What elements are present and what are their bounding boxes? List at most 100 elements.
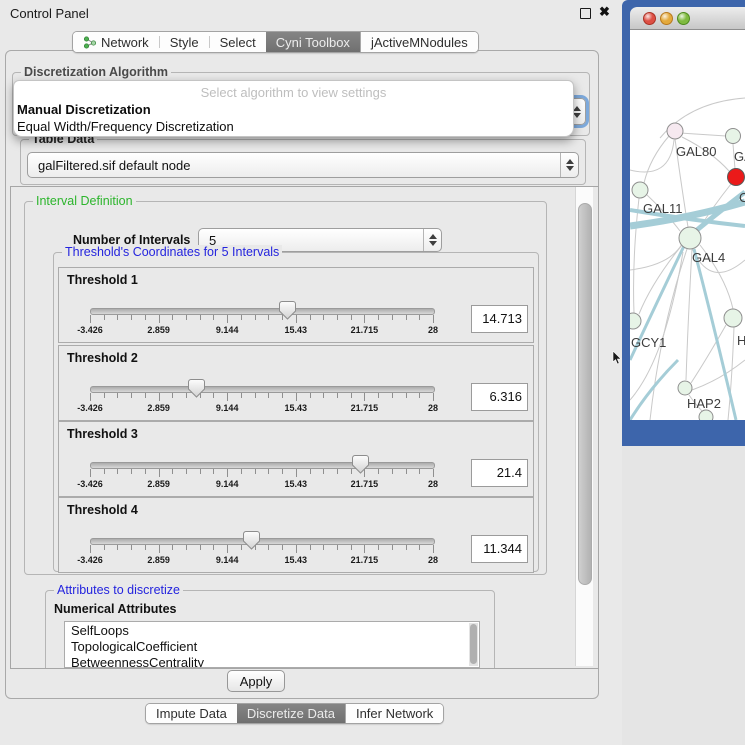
slider-tick [323,545,324,550]
settings-scroll-viewport: Interval Definition Number of Intervals … [10,186,599,669]
threshold-1-value-field[interactable]: 14.713 [471,305,528,333]
slider-tick [90,469,91,477]
slider-tick [186,545,187,550]
tab-impute-data[interactable]: Impute Data [146,704,237,723]
slider-tick [145,469,146,474]
slider-tick [296,315,297,323]
node-top-right [726,129,741,144]
threshold-4-slider-track[interactable] [90,538,435,545]
threshold-4-panel: Threshold 4 -3.4262.8599.14415.4321.7152… [58,497,534,573]
slider-scale-label: 9.144 [216,555,239,565]
tab-network[interactable]: Network [73,32,159,52]
slider-tick [433,393,434,401]
node-gal4 [679,227,701,249]
panel-title: Control Panel [10,6,89,21]
slider-scale-label: -3.426 [77,555,103,565]
tab-discretize-label: Discretize Data [247,706,335,721]
threshold-2-value-field[interactable]: 6.316 [471,383,528,411]
slider-tick [268,315,269,320]
attribute-list-item[interactable]: BetweennessCentrality [65,654,479,668]
algorithm-dropdown-popup: Select algorithm to view settings Manual… [13,80,574,137]
tab-style[interactable]: Style [160,32,209,52]
interval-definition-group: Interval Definition Number of Intervals … [24,201,547,575]
tab-select[interactable]: Select [210,32,266,52]
slider-scale-label: 9.144 [216,325,239,335]
node-label-h: H [737,333,745,348]
slider-tick [255,393,256,398]
numerical-attributes-list[interactable]: SelfLoopsTopologicalCoefficientBetweenne… [64,621,480,668]
node-gcy1 [630,313,641,329]
threshold-3-value-field[interactable]: 21.4 [471,459,528,487]
slider-tick [200,393,201,398]
slider-tick [227,393,228,401]
slider-tick [159,393,160,401]
tab-infer-network[interactable]: Infer Network [345,704,443,723]
slider-tick [392,393,393,398]
float-panel-icon[interactable] [580,8,591,19]
settings-scrollbar-thumb[interactable] [578,203,592,585]
numerical-attributes-label: Numerical Attributes [54,602,176,616]
node-label-hap2: HAP2 [687,396,721,411]
slider-tick [419,315,420,320]
control-panel: Control Panel ✖ Network Style Select Cyn… [0,0,620,745]
close-panel-icon[interactable]: ✖ [599,4,610,20]
node-label-ga: GA [734,149,745,164]
node-label-c: C [739,190,745,205]
slider-tick [90,393,91,401]
slider-scale-label: 28 [428,403,438,413]
threshold-4-value-field[interactable]: 11.344 [471,535,528,563]
slider-tick [392,469,393,474]
slider-scale-label: 15.43 [285,325,308,335]
threshold-2-slider-track[interactable] [90,386,435,393]
minimize-window-icon[interactable] [660,12,673,25]
slider-tick [213,315,214,320]
slider-tick [406,469,407,474]
dropdown-option-manual[interactable]: Manual Discretization [17,102,151,117]
tab-jactivemnodules[interactable]: jActiveMNodules [360,32,478,52]
tab-style-label: Style [170,35,199,50]
node-gal80 [667,123,683,139]
zoom-window-icon[interactable] [677,12,690,25]
dropdown-option-equal-width[interactable]: Equal Width/Frequency Discretization [17,119,234,134]
slider-ticks [59,393,533,403]
slider-tick [131,469,132,474]
slider-tick [282,545,283,550]
slider-scale-label: 2.859 [147,479,170,489]
slider-tick [310,545,311,550]
threshold-4-label: Threshold 4 [67,503,138,517]
control-panel-tabs: Network Style Select Cyni Toolbox jActiv… [72,31,479,53]
network-window-titlebar[interactable] [630,7,745,30]
slider-ticks [59,315,533,325]
threshold-3-slider-track[interactable] [90,462,435,469]
table-panel: Table Panel ⚙ ☑☑ shared... na YDL19...YD… [622,446,745,745]
network-view-canvas[interactable]: GAL80 GA GAL11 C GAL4 GCY1 H HAP2 [630,30,745,420]
slider-tick [296,545,297,553]
close-window-icon[interactable] [643,12,656,25]
slider-tick [200,315,201,320]
slider-tick [186,315,187,320]
slider-tick [145,393,146,398]
attribute-list-item[interactable]: SelfLoops [65,622,479,638]
tab-cyni-toolbox[interactable]: Cyni Toolbox [266,32,360,52]
slider-tick [433,469,434,477]
slider-tick [213,393,214,398]
slider-tick [310,315,311,320]
tab-discretize-data[interactable]: Discretize Data [237,704,345,723]
threshold-1-panel: Threshold 1 -3.4262.8599.14415.4321.7152… [58,267,534,343]
attribute-list-item[interactable]: TopologicalCoefficient [65,638,479,654]
apply-button-label: Apply [240,674,273,689]
list-scrollbar[interactable] [469,623,478,666]
apply-button[interactable]: Apply [227,670,285,692]
slider-tick [117,469,118,474]
slider-tick [255,545,256,550]
table-data-combobox[interactable]: galFiltered.sif default node [27,152,579,178]
slider-tick [131,545,132,550]
slider-tick [351,469,352,474]
slider-tick [364,315,365,323]
tab-impute-label: Impute Data [156,706,227,721]
threshold-1-slider-track[interactable] [90,308,435,315]
network-icon [83,36,96,49]
slider-scale-label: 28 [428,555,438,565]
slider-tick [255,315,256,320]
node-hap2 [678,381,692,395]
